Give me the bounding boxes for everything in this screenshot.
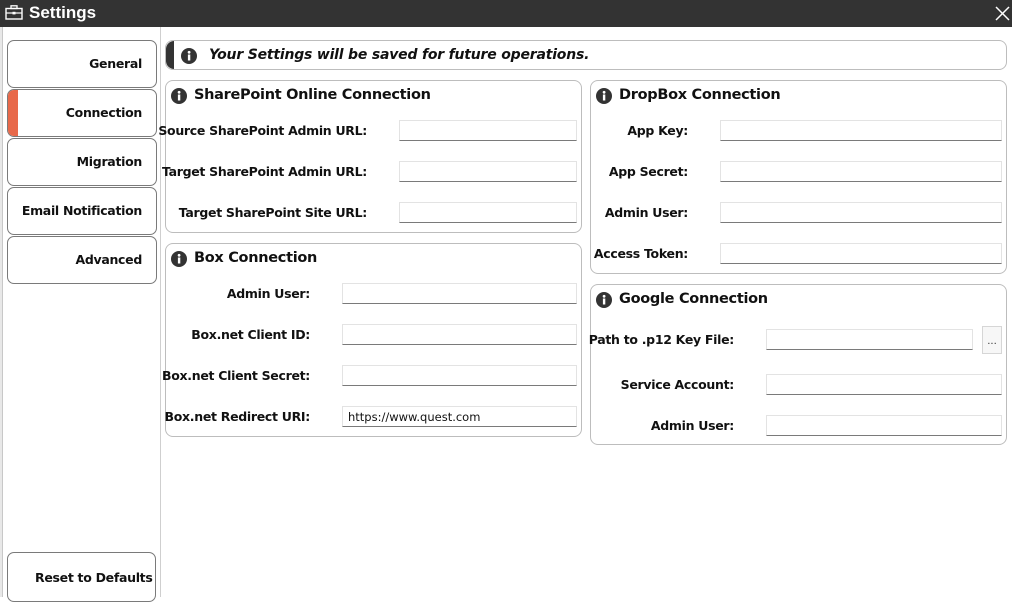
browse-button[interactable]: ...: [982, 326, 1002, 354]
banner-text: Your Settings will be saved for future o…: [209, 47, 590, 63]
info-icon[interactable]: [171, 251, 187, 267]
box-client-id-label: Box.net Client ID:: [191, 327, 310, 342]
source-sharepoint-admin-url-input[interactable]: [399, 120, 577, 141]
sidebar-item-label: Email Notification: [21, 203, 142, 218]
banner-accent-bar: [166, 41, 174, 69]
sidebar-item-general[interactable]: General: [7, 40, 157, 88]
p12-key-file-label: Path to .p12 Key File:: [588, 332, 735, 347]
dropbox-app-key-input[interactable]: [720, 120, 1002, 141]
box-connection-panel: Box Connection Admin User: Box.net Clien…: [162, 243, 582, 437]
toolbox-icon: [5, 5, 23, 20]
info-icon: [181, 48, 197, 64]
sidebar-divider: [160, 27, 161, 597]
sidebar-item-label: General: [89, 56, 142, 71]
sidebar-item-label: Migration: [76, 154, 143, 169]
dropbox-app-key-label: App Key:: [627, 123, 688, 138]
sidebar-item-migration[interactable]: Migration: [7, 138, 157, 186]
active-indicator: [8, 90, 18, 136]
sidebar-item-label: Advanced: [75, 252, 142, 267]
service-account-input[interactable]: [766, 374, 1002, 395]
google-admin-user-input[interactable]: [766, 415, 1002, 436]
sidebar-item-email-notification[interactable]: Email Notification: [7, 187, 157, 235]
window-frame-left: [0, 27, 3, 597]
box-client-secret-label: Box.net Client Secret:: [162, 368, 310, 383]
dropbox-access-token-label: Access Token:: [593, 246, 688, 261]
p12-key-file-input[interactable]: [766, 329, 973, 350]
box-redirect-uri-label: Box.net Redirect URI:: [164, 409, 311, 424]
box-client-secret-input[interactable]: [342, 365, 577, 386]
title-bar: Settings: [0, 0, 1012, 27]
info-banner: Your Settings will be saved for future o…: [165, 40, 1007, 70]
source-sharepoint-admin-url-label: Source SharePoint Admin URL:: [158, 123, 367, 138]
info-icon[interactable]: [596, 292, 612, 308]
target-sharepoint-admin-url-input[interactable]: [399, 161, 577, 182]
close-icon[interactable]: [992, 3, 1012, 23]
reset-to-defaults-label: Reset to Defaults: [35, 570, 153, 585]
box-client-id-input[interactable]: [342, 324, 577, 345]
panel-title: SharePoint Online Connection: [194, 87, 431, 103]
sharepoint-connection-panel: SharePoint Online Connection Source Shar…: [158, 80, 582, 233]
dropbox-app-secret-label: App Secret:: [608, 164, 688, 179]
panel-title: Box Connection: [194, 250, 318, 266]
google-connection-panel: Google Connection Path to .p12 Key File:…: [588, 284, 1007, 445]
window-title: Settings: [29, 3, 97, 22]
box-admin-user-label: Admin User:: [226, 286, 310, 301]
box-admin-user-input[interactable]: [342, 283, 577, 304]
target-sharepoint-site-url-label: Target SharePoint Site URL:: [178, 205, 368, 220]
dropbox-access-token-input[interactable]: [720, 243, 1002, 264]
box-redirect-uri-input[interactable]: [342, 406, 577, 427]
dropbox-app-secret-input[interactable]: [720, 161, 1002, 182]
target-sharepoint-site-url-input[interactable]: [399, 202, 577, 223]
dropbox-connection-panel: DropBox Connection App Key: App Secret: …: [590, 80, 1007, 274]
info-icon[interactable]: [596, 88, 612, 104]
dropbox-admin-user-label: Admin User:: [604, 205, 688, 220]
service-account-label: Service Account:: [620, 377, 735, 392]
sidebar-item-label: Connection: [65, 105, 143, 120]
reset-to-defaults-button[interactable]: Reset to Defaults: [7, 552, 156, 602]
panel-title: DropBox Connection: [619, 87, 781, 103]
panel-title: Google Connection: [619, 291, 768, 307]
google-admin-user-label: Admin User:: [650, 418, 734, 433]
info-icon[interactable]: [171, 88, 187, 104]
target-sharepoint-admin-url-label: Target SharePoint Admin URL:: [161, 164, 367, 179]
sidebar-item-advanced[interactable]: Advanced: [7, 236, 157, 284]
dropbox-admin-user-input[interactable]: [720, 202, 1002, 223]
sidebar-item-connection[interactable]: Connection: [7, 89, 157, 137]
